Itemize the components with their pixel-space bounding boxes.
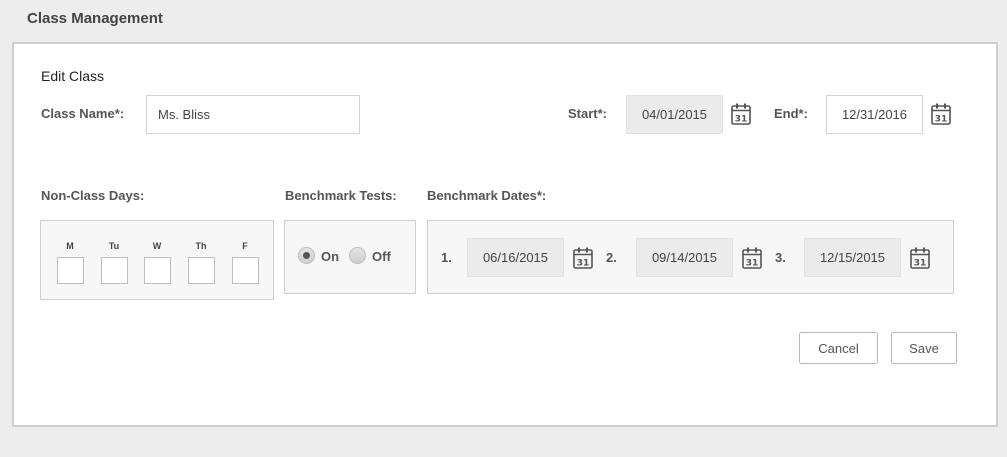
end-date-label: End*:: [774, 106, 808, 121]
day-checkbox-tuesday[interactable]: [101, 257, 128, 284]
calendar-icon[interactable]: 31: [931, 103, 951, 125]
start-date-input: 04/01/2015: [626, 95, 723, 134]
svg-text:31: 31: [914, 259, 927, 269]
save-button[interactable]: Save: [891, 332, 957, 364]
benchmark-tests-label: Benchmark Tests:: [285, 188, 397, 203]
svg-text:31: 31: [746, 259, 759, 269]
svg-text:31: 31: [577, 259, 590, 269]
class-name-label: Class Name*:: [41, 106, 125, 121]
benchmark-date-input-1: 06/16/2015: [467, 238, 564, 277]
calendar-icon[interactable]: 31: [731, 103, 751, 125]
page-title: Class Management: [27, 10, 163, 27]
day-label-wednesday: W: [152, 241, 162, 251]
benchmark-date-input-3: 12/15/2015: [804, 238, 901, 277]
calendar-icon[interactable]: 31: [910, 247, 930, 269]
benchmark-dates-label: Benchmark Dates*:: [427, 188, 547, 203]
benchmark-tests-box: On Off: [284, 220, 416, 294]
day-label-friday: F: [242, 241, 248, 251]
edit-class-panel: Edit Class Class Name*: Ms. Bliss Start*…: [12, 42, 998, 427]
benchmark-off-radio[interactable]: [349, 247, 366, 264]
benchmark-date-input-2: 09/14/2015: [636, 238, 733, 277]
day-label-thursday: Th: [195, 241, 207, 251]
calendar-icon[interactable]: 31: [742, 247, 762, 269]
non-class-days-label: Non-Class Days:: [41, 188, 145, 203]
day-checkbox-friday[interactable]: [232, 257, 259, 284]
day-label-monday: M: [66, 241, 74, 251]
section-title: Edit Class: [41, 68, 105, 84]
svg-text:31: 31: [735, 115, 748, 125]
benchmark-on-label[interactable]: On: [321, 249, 339, 264]
day-checkbox-monday[interactable]: [57, 257, 84, 284]
benchmark-on-radio[interactable]: [298, 247, 315, 264]
day-checkbox-wednesday[interactable]: [144, 257, 171, 284]
class-name-input[interactable]: Ms. Bliss: [146, 95, 360, 134]
calendar-icon[interactable]: 31: [573, 247, 593, 269]
benchmark-date-number: 1.: [441, 250, 452, 265]
benchmark-dates-box: 1. 06/16/2015 31 2. 09/14/2015 31 3. 12/…: [427, 220, 954, 294]
start-date-label: Start*:: [568, 106, 608, 121]
non-class-days-box: M Tu W Th F: [40, 220, 274, 300]
benchmark-date-number: 2.: [606, 250, 617, 265]
day-checkbox-thursday[interactable]: [188, 257, 215, 284]
svg-text:31: 31: [935, 115, 948, 125]
benchmark-date-number: 3.: [775, 250, 786, 265]
day-label-tuesday: Tu: [108, 241, 120, 251]
benchmark-off-label[interactable]: Off: [372, 249, 391, 264]
cancel-button[interactable]: Cancel: [799, 332, 878, 364]
end-date-input[interactable]: 12/31/2016: [826, 95, 923, 134]
